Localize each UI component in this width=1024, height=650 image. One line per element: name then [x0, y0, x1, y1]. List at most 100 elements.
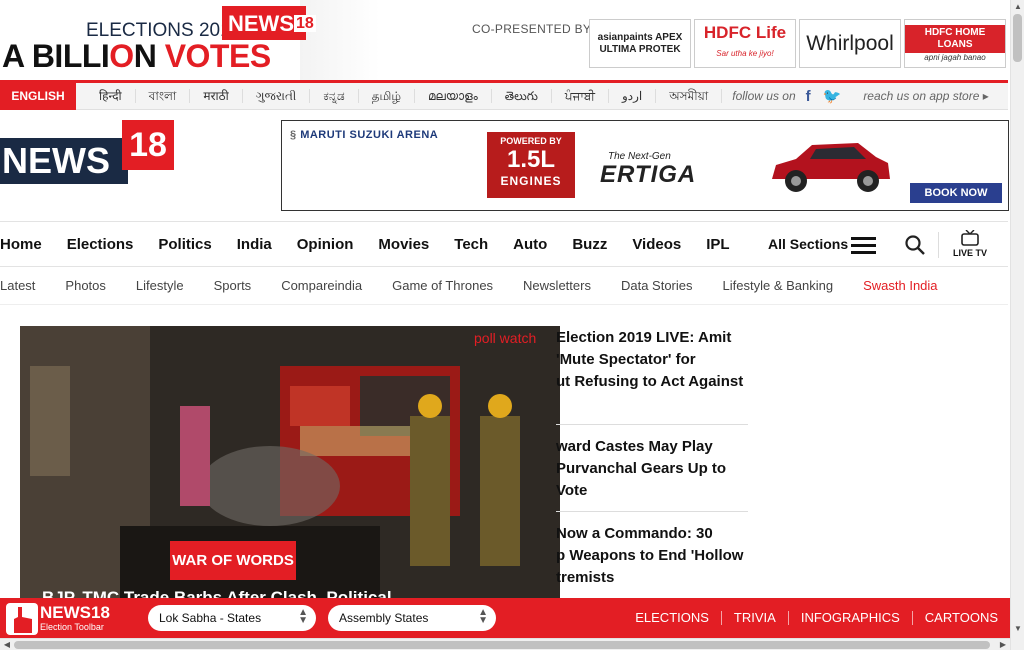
follow-label: follow us on: [732, 89, 796, 103]
lang-item[interactable]: ਪੰਜਾਬੀ: [552, 89, 609, 103]
toolbar-title: NEWS18: [40, 603, 110, 622]
news18-logo[interactable]: NEWS 18: [0, 120, 174, 184]
nav-auto[interactable]: Auto: [513, 236, 547, 253]
toolbar-elections-link[interactable]: ELECTIONS: [623, 611, 721, 625]
twitter-icon[interactable]: 🐦: [823, 87, 842, 105]
war-of-words-badge[interactable]: WAR OF WORDS: [170, 541, 296, 580]
lang-english[interactable]: ENGLISH: [0, 82, 76, 110]
sponsor-label: Whirlpool: [806, 31, 894, 55]
lang-item[interactable]: اردو: [609, 89, 657, 103]
ad-powered-text: POWERED BY: [500, 136, 562, 146]
hero-caption[interactable]: BJP, TMC Trade Barbs After Clash, Politi…: [42, 588, 442, 598]
logo-news-text: NEWS: [0, 138, 128, 184]
story-line: ut Refusing to Act Against: [556, 373, 744, 390]
maruti-ad[interactable]: § MARUTI SUZUKI ARENA POWERED BY 1.5L EN…: [281, 120, 1009, 211]
sponsor-label: HDFC Life: [703, 23, 787, 42]
logo-18-text: 18: [122, 120, 174, 170]
hand-pointer-icon: [6, 603, 38, 635]
lang-item[interactable]: മലയാളം: [415, 89, 492, 103]
hamburger-icon[interactable]: [851, 237, 876, 254]
all-sections-button[interactable]: All Sections: [768, 236, 848, 252]
horizontal-scrollbar[interactable]: ◀ ▶: [0, 638, 1010, 650]
story-line: Now a Commando: 30: [556, 525, 713, 542]
updown-chevron-icon: ▲ ▼: [478, 607, 488, 626]
lok-sabha-select[interactable]: Lok Sabha - States ▲ ▼: [148, 605, 316, 631]
nav-movies[interactable]: Movies: [378, 236, 429, 253]
subnav-lifestyle[interactable]: Lifestyle: [136, 278, 184, 293]
search-icon[interactable]: [904, 234, 926, 256]
subnav-lifestyle-banking[interactable]: Lifestyle & Banking: [723, 278, 834, 293]
lang-item[interactable]: हिन्दी: [86, 89, 136, 103]
scroll-left-icon[interactable]: ◀: [0, 639, 14, 650]
subnav-game-of-thrones[interactable]: Game of Thrones: [392, 278, 493, 293]
toolbar-cartoons-link[interactable]: CARTOONS: [911, 611, 1010, 625]
reach-app-store[interactable]: reach us on app store ▸: [863, 89, 988, 103]
toolbar-logo[interactable]: NEWS18 Election Toolbar: [6, 601, 116, 635]
nav-buzz[interactable]: Buzz: [572, 236, 607, 253]
lang-item[interactable]: অসমীয়া: [656, 89, 723, 103]
updown-chevron-icon: ▲ ▼: [298, 607, 308, 626]
nav-tech[interactable]: Tech: [454, 236, 488, 253]
scroll-up-icon[interactable]: ▲: [1011, 0, 1024, 14]
nav-elections[interactable]: Elections: [67, 236, 134, 253]
subnav-data-stories[interactable]: Data Stories: [621, 278, 693, 293]
ad-engine-size: 1.5L: [506, 146, 556, 173]
nav-home[interactable]: Home: [0, 236, 42, 253]
nav-videos[interactable]: Videos: [632, 236, 681, 253]
suzuki-icon: §: [290, 129, 297, 141]
nav-ipl[interactable]: IPL: [706, 236, 729, 253]
sponsor-asianpaints[interactable]: asianpaints APEX ULTIMA PROTEK: [589, 19, 691, 68]
nav-divider: [938, 232, 939, 258]
lang-item[interactable]: ಕನ್ನಡ: [310, 89, 359, 103]
story-item[interactable]: ward Castes May Play Purvanchal Gears Up…: [556, 436, 748, 502]
toolbar-infographics-link[interactable]: INFOGRAPHICS: [787, 611, 912, 625]
billion-votes-title: A BILLION VOTES: [2, 38, 271, 74]
ad-engine-badge: POWERED BY 1.5L ENGINES: [487, 132, 575, 198]
story-item[interactable]: Election 2019 LIVE: Amit 'Mute Spectator…: [556, 327, 748, 393]
subnav-sports[interactable]: Sports: [214, 278, 252, 293]
scroll-down-icon[interactable]: ▼: [1011, 622, 1024, 636]
scroll-right-icon[interactable]: ▶: [996, 639, 1010, 650]
vertical-scrollbar[interactable]: ▲ ▼: [1010, 0, 1024, 650]
election-banner[interactable]: ELECTIONS 2019 NEWS 18 A BILLION VOTES CO…: [0, 0, 1010, 80]
subnav-newsletters[interactable]: Newsletters: [523, 278, 591, 293]
story-line: tremists: [556, 569, 615, 586]
facebook-icon[interactable]: f: [806, 88, 811, 105]
nav-opinion[interactable]: Opinion: [297, 236, 354, 253]
live-tv-button[interactable]: LIVE TV: [950, 229, 990, 258]
ad-engines-text: ENGINES: [500, 174, 562, 188]
subnav-swasth-india[interactable]: Swasth India: [863, 278, 937, 293]
sponsor-hdfc-life[interactable]: HDFC Life Sar utha ke jiyo!: [694, 19, 796, 68]
toolbar-trivia-link[interactable]: TRIVIA: [720, 611, 788, 625]
nav-india[interactable]: India: [237, 236, 272, 253]
toolbar-subtitle: Election Toolbar: [40, 622, 104, 632]
book-now-button[interactable]: BOOK NOW: [910, 183, 1002, 203]
story-divider: [556, 424, 748, 425]
story-item[interactable]: Now a Commando: 30 p Weapons to End 'Hol…: [556, 523, 748, 589]
scroll-thumb[interactable]: [1013, 14, 1022, 62]
assembly-states-select[interactable]: Assembly States ▲ ▼: [328, 605, 496, 631]
main-nav-items: Home Elections Politics India Opinion Movies T…: [0, 236, 755, 253]
select-value: Assembly States: [339, 611, 429, 625]
story-line: Purvanchal Gears Up to Vote: [556, 460, 727, 499]
lang-item[interactable]: मराठी: [190, 89, 243, 103]
scroll-thumb[interactable]: [14, 641, 990, 649]
subnav-photos[interactable]: Photos: [65, 278, 105, 293]
lang-item[interactable]: বাংলা: [136, 89, 191, 103]
poll-watch-tag[interactable]: poll watch: [474, 330, 536, 346]
nav-politics[interactable]: Politics: [158, 236, 211, 253]
chevron-right-icon: ▸: [982, 89, 989, 103]
news18-mini-logo: NEWS 18: [222, 6, 316, 40]
lang-item[interactable]: తెలుగు: [492, 89, 552, 103]
story-line: p Weapons to End 'Hollow: [556, 547, 744, 564]
sponsor-hdfc-home-loans[interactable]: HDFC HOME LOANS apni jagah banao: [904, 19, 1006, 68]
sponsor-whirlpool[interactable]: Whirlpool: [799, 19, 901, 68]
lang-item[interactable]: தமிழ்: [359, 89, 415, 103]
subnav-latest[interactable]: Latest: [0, 278, 35, 293]
language-bar: ENGLISH हिन्दी বাংলা मराठी ગુજરાતી ಕನ್ನಡ தமிழ…: [0, 82, 1008, 110]
story-line: 'Mute Spectator' for: [556, 351, 696, 368]
story-divider: [556, 511, 748, 512]
lang-item[interactable]: ગુજરાતી: [243, 89, 311, 103]
sponsor-label: asianpaints APEX ULTIMA PROTEK: [597, 31, 683, 55]
subnav-compareindia[interactable]: Compareindia: [281, 278, 362, 293]
